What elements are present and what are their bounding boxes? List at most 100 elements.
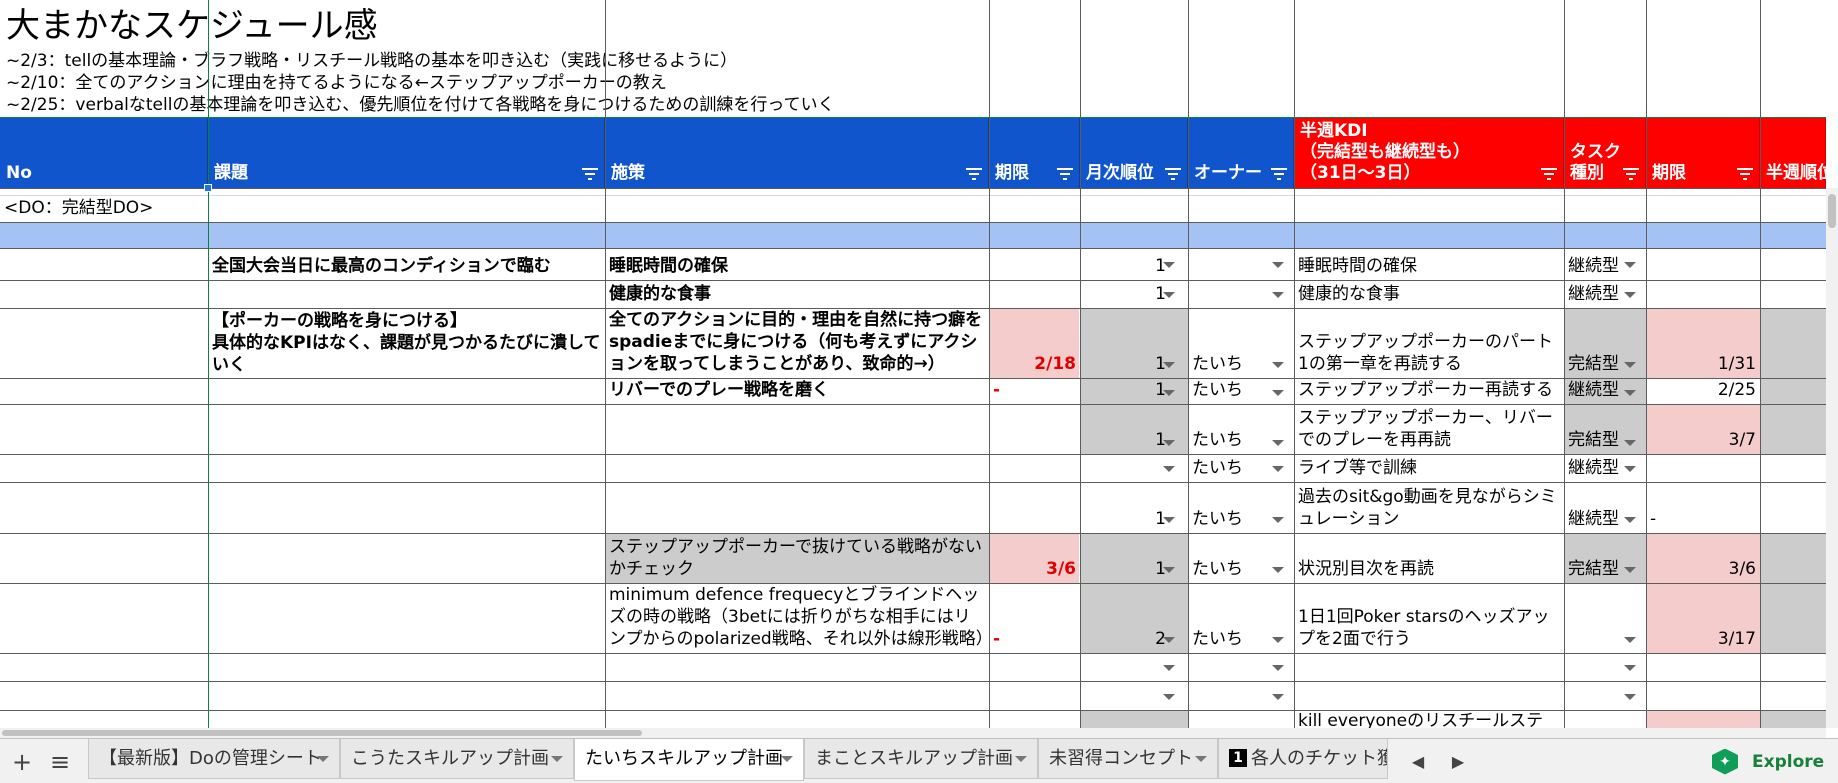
vertical-scrollbar[interactable]	[1826, 188, 1838, 728]
header-shisaku[interactable]: 施策	[605, 118, 989, 188]
cell-owner[interactable]: たいち	[1188, 533, 1278, 583]
tab-tickets[interactable]: 1 各人のチケット獲	[1218, 739, 1388, 779]
tab-taichi-plan[interactable]: たいちスキルアップ計画	[574, 739, 804, 781]
cell-owner[interactable]: たいち	[1188, 378, 1278, 404]
cell-kigen[interactable]: -	[989, 378, 1080, 404]
chevron-down-icon[interactable]	[1272, 694, 1284, 700]
cell-kdi[interactable]: 1日1回Poker starsのヘッズアップを2面で行う	[1294, 583, 1564, 653]
cell-shisaku[interactable]: ステップアップポーカーで抜けている戦略がないかチェック	[605, 533, 989, 583]
cell-type[interactable]: 完結型	[1564, 533, 1646, 583]
cell-kigen2[interactable]: 2/25	[1646, 378, 1760, 404]
chevron-down-icon[interactable]	[781, 756, 793, 762]
cell-kdi[interactable]: ステップアップポーカー、リバーでのプレーを再再読	[1294, 404, 1564, 454]
cell-kigen2[interactable]: -	[1646, 482, 1760, 533]
chevron-down-icon[interactable]	[1624, 292, 1636, 298]
chevron-down-icon[interactable]	[1624, 466, 1636, 472]
header-kigen2[interactable]: 期限	[1646, 118, 1760, 188]
chevron-down-icon[interactable]	[1272, 665, 1284, 671]
cell-kigen[interactable]: 2/18	[989, 308, 1080, 378]
cell-shisaku[interactable]: 睡眠時間の確保	[605, 248, 989, 280]
header-kadai[interactable]: 課題	[208, 118, 605, 188]
cell-kadai[interactable]: 全国大会当日に最高のコンディションで臨む	[208, 248, 605, 280]
chevron-down-icon[interactable]	[1624, 390, 1636, 396]
chevron-down-icon[interactable]	[1624, 665, 1636, 671]
header-getsuji[interactable]: 月次順位	[1080, 118, 1188, 188]
chevron-down-icon[interactable]	[1163, 665, 1175, 671]
chevron-down-icon[interactable]	[1163, 517, 1175, 523]
chevron-down-icon[interactable]	[1163, 440, 1175, 446]
chevron-down-icon[interactable]	[1272, 466, 1284, 472]
filter-icon[interactable]	[1737, 168, 1753, 180]
filter-icon[interactable]	[1165, 168, 1181, 180]
tab-scroll-right-button[interactable]: ▶	[1440, 739, 1476, 783]
chevron-down-icon[interactable]	[1163, 390, 1175, 396]
cell-kigen[interactable]: 3/6	[989, 533, 1080, 583]
cell-kigen2[interactable]: 3/17	[1646, 583, 1760, 653]
tab-unlearned-concepts[interactable]: 未習得コンセプト	[1038, 739, 1218, 779]
chevron-down-icon[interactable]	[1624, 637, 1636, 643]
chevron-down-icon[interactable]	[1624, 694, 1636, 700]
cell-rank[interactable]: 1	[1080, 280, 1170, 308]
chevron-down-icon[interactable]	[1272, 390, 1284, 396]
cell-kigen2[interactable]: 1/31	[1646, 308, 1760, 378]
chevron-down-icon[interactable]	[1163, 292, 1175, 298]
cell-rank[interactable]: 2	[1080, 583, 1170, 653]
cell-shisaku[interactable]: minimum defence frequecyとブラインドヘッズの時の戦略（3…	[605, 583, 989, 653]
cell-type[interactable]: 継続型	[1564, 482, 1646, 533]
chevron-down-icon[interactable]	[317, 756, 329, 762]
cell-rank[interactable]: 1	[1080, 404, 1170, 454]
chevron-down-icon[interactable]	[1163, 262, 1175, 268]
header-task-type[interactable]: タスク 種別	[1564, 118, 1646, 188]
all-sheets-menu-button[interactable]: ≡	[40, 739, 80, 783]
cell-kdi[interactable]: 過去のsit&go動画を見ながらシミュレーション	[1294, 482, 1564, 533]
horizontal-scroll-thumb[interactable]	[2, 730, 642, 736]
chevron-down-icon[interactable]	[1624, 440, 1636, 446]
cell-rank[interactable]: 1	[1080, 308, 1170, 378]
cell-rank[interactable]: 1	[1080, 378, 1170, 404]
cell-shisaku[interactable]: 健康的な食事	[605, 280, 989, 308]
cell-kdi-partial[interactable]: kill everyoneのリスチールステー	[1294, 710, 1564, 728]
cell-shisaku[interactable]: 全てのアクションに目的・理由を自然に持つ癖をspadieまでに身につける（何も考…	[605, 308, 989, 378]
cell-shisaku[interactable]: リバーでのプレー戦略を磨く	[605, 378, 989, 404]
tab-do-management[interactable]: 【最新版】Doの管理シート	[88, 739, 340, 779]
cell-owner[interactable]: たいち	[1188, 454, 1278, 482]
header-kigen[interactable]: 期限	[989, 118, 1080, 188]
chevron-down-icon[interactable]	[1163, 567, 1175, 573]
cell-kigen2[interactable]: 3/7	[1646, 404, 1760, 454]
filter-icon[interactable]	[1271, 168, 1287, 180]
cell-kdi[interactable]: ライブ等で訓練	[1294, 454, 1564, 482]
header-no[interactable]: No	[0, 118, 208, 188]
cell-kdi[interactable]: ステップアップポーカー再読する	[1294, 378, 1564, 404]
chevron-down-icon[interactable]	[1272, 362, 1284, 368]
chevron-down-icon[interactable]	[1272, 440, 1284, 446]
chevron-down-icon[interactable]	[551, 756, 563, 762]
cell-kdi[interactable]: ステップアップポーカーのパート1の第一章を再読する	[1294, 308, 1564, 378]
filter-icon[interactable]	[1541, 168, 1557, 180]
header-hanshu[interactable]: 半週順位	[1760, 118, 1834, 188]
chevron-down-icon[interactable]	[1272, 637, 1284, 643]
cell-owner[interactable]: たいち	[1188, 404, 1278, 454]
selection-handle[interactable]	[204, 184, 212, 192]
cell-grid[interactable]: No 課題 施策 期限 月次順位 オーナー 半週KDI （完結型も継続型も） （…	[0, 0, 1838, 728]
horizontal-scrollbar[interactable]	[0, 728, 1826, 738]
chevron-down-icon[interactable]	[1163, 466, 1175, 472]
add-sheet-button[interactable]: +	[4, 739, 40, 783]
filter-icon[interactable]	[582, 168, 598, 180]
cell-rank[interactable]: 1	[1080, 482, 1170, 533]
cell-kigen[interactable]: -	[989, 583, 1080, 653]
chevron-down-icon[interactable]	[1624, 262, 1636, 268]
cell-owner[interactable]: たいち	[1188, 583, 1278, 653]
chevron-down-icon[interactable]	[1015, 756, 1027, 762]
cell-kdi[interactable]: 睡眠時間の確保	[1294, 248, 1564, 280]
explore-button[interactable]: ✦ Explore	[1712, 739, 1824, 783]
chevron-down-icon[interactable]	[1624, 362, 1636, 368]
tab-scroll-left-button[interactable]: ◀	[1400, 739, 1436, 783]
cell-owner[interactable]: たいち	[1188, 308, 1278, 378]
tab-kouta-plan[interactable]: こうたスキルアップ計画	[340, 739, 574, 779]
chevron-down-icon[interactable]	[1272, 262, 1284, 268]
cell-kigen2[interactable]: 3/6	[1646, 533, 1760, 583]
header-owner[interactable]: オーナー	[1188, 118, 1294, 188]
cell-owner[interactable]: たいち	[1188, 482, 1278, 533]
filter-icon[interactable]	[966, 168, 982, 180]
header-kdi[interactable]: 半週KDI （完結型も継続型も） （31日〜3日）	[1294, 118, 1564, 188]
